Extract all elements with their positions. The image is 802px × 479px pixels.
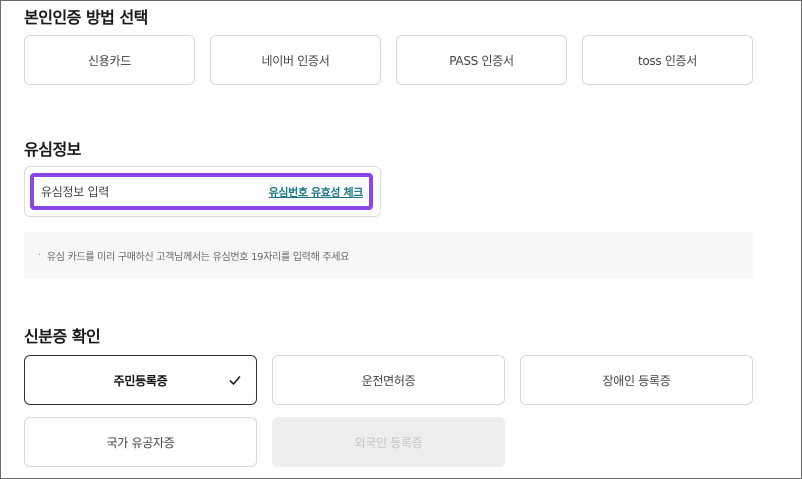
usim-notice: · 유심 카드를 미리 구매하신 고객님께서는 유심번호 19자리를 입력해 주…: [24, 232, 753, 278]
auth-method-label: toss 인증서: [637, 53, 698, 68]
usim-input[interactable]: [41, 184, 241, 199]
auth-method-title: 본인인증 방법 선택: [24, 8, 148, 27]
id-drivers-license-button[interactable]: 운전면허증: [272, 355, 505, 405]
auth-naver-button[interactable]: 네이버 인증서: [210, 35, 381, 85]
id-section-title: 신분증 확인: [24, 327, 101, 346]
notice-bullet: ·: [38, 249, 41, 261]
check-icon: [229, 375, 241, 386]
id-option-label: 운전면허증: [361, 373, 416, 388]
auth-toss-button[interactable]: toss 인증서: [582, 35, 753, 85]
usim-notice-text: 유심 카드를 미리 구매하신 고객님께서는 유심번호 19자리를 입력해 주세요: [46, 251, 350, 263]
id-resident-card-button[interactable]: 주민등록증: [24, 355, 257, 405]
id-option-label: 국가 유공자증: [106, 435, 175, 450]
auth-credit-card-button[interactable]: 신용카드: [24, 35, 195, 85]
usim-validate-link[interactable]: 유심번호 유효성 체크: [269, 184, 364, 200]
id-veteran-card-button[interactable]: 국가 유공자증: [24, 417, 257, 467]
id-option-label: 장애인 등록증: [602, 373, 671, 388]
auth-method-label: 네이버 인증서: [261, 53, 330, 68]
id-option-label: 주민등록증: [113, 373, 168, 388]
auth-pass-button[interactable]: PASS 인증서: [396, 35, 567, 85]
id-foreigner-card-button: 외국인 등록증: [272, 417, 505, 467]
id-option-label: 외국인 등록증: [354, 435, 423, 450]
usim-section-title: 유심정보: [24, 140, 81, 159]
usim-field-highlight: 유심번호 유효성 체크: [30, 173, 373, 210]
id-disability-card-button[interactable]: 장애인 등록증: [520, 355, 753, 405]
auth-method-label: 신용카드: [88, 53, 131, 68]
auth-method-label: PASS 인증서: [449, 53, 514, 68]
